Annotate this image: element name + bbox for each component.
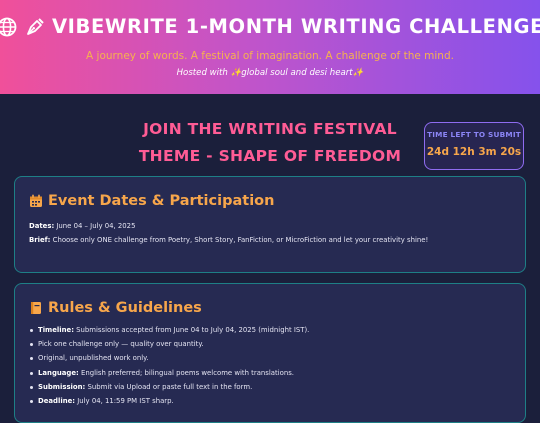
- header-banner: VIBEWRITE 1-MONTH WRITING CHALLENGE A jo…: [0, 0, 540, 94]
- rule-text: English preferred; bilingual poems welco…: [78, 368, 294, 377]
- brief-label: Brief:: [29, 236, 51, 244]
- rule-label: Timeline:: [38, 326, 74, 334]
- event-dates-heading: Event Dates & Participation: [29, 193, 274, 209]
- globe-icon: [0, 16, 18, 38]
- pen-nib-icon: [24, 16, 46, 38]
- rules-heading: Rules & Guidelines: [29, 300, 202, 316]
- rule-text: Submissions accepted from June 04 to Jul…: [73, 326, 310, 334]
- rules-title: Rules & Guidelines: [48, 300, 202, 316]
- calendar-icon: [29, 194, 43, 208]
- rule-item: Language: English preferred; bilingual p…: [29, 369, 309, 383]
- rule-item: Deadline: July 04, 11:59 PM IST sharp.: [29, 397, 309, 411]
- title-row: VIBEWRITE 1-MONTH WRITING CHALLENGE: [0, 15, 540, 38]
- countdown-value: 24d 12h 3m 20s: [426, 146, 522, 158]
- dates-value: June 04 – July 04, 2025: [54, 222, 136, 230]
- rule-text: Pick one challenge only — quality over q…: [38, 340, 204, 349]
- tagline: A journey of words. A festival of imagin…: [86, 50, 454, 62]
- book-icon: [29, 301, 43, 315]
- brief-value: Choose only ONE challenge from Poetry, S…: [50, 236, 429, 244]
- rule-item: Timeline: Submissions accepted from June…: [29, 326, 309, 340]
- countdown-label: TIME LEFT TO SUBMIT: [427, 130, 521, 139]
- brief-line: Brief: Choose only ONE challenge from Po…: [29, 236, 428, 244]
- rules-list: Timeline: Submissions accepted from June…: [29, 326, 309, 411]
- rule-text: July 04, 11:59 PM IST sharp.: [75, 396, 174, 405]
- dates-line: Dates: June 04 – July 04, 2025: [29, 222, 135, 230]
- dates-label: Dates:: [29, 222, 55, 230]
- rule-item: Pick one challenge only — quality over q…: [29, 340, 309, 354]
- rule-label: Deadline:: [38, 396, 76, 405]
- rule-item: Original, unpublished work only.: [29, 354, 309, 368]
- rule-text: Submit via Upload or paste full text in …: [85, 382, 253, 391]
- rule-text: Original, unpublished work only.: [38, 354, 149, 363]
- hosted-note: Hosted with ✨global soul and desi heart✨: [176, 68, 364, 78]
- app-title: VIBEWRITE 1-MONTH WRITING CHALLENGE: [51, 15, 540, 38]
- countdown-box: TIME LEFT TO SUBMIT 24d 12h 3m 20s: [424, 122, 524, 170]
- rule-label: Language:: [38, 368, 79, 377]
- rules-card: Rules & Guidelines Timeline: Submissions…: [14, 283, 526, 423]
- event-dates-title: Event Dates & Participation: [48, 193, 275, 209]
- rule-item: Submission: Submit via Upload or paste f…: [29, 383, 309, 397]
- event-dates-card: Event Dates & Participation Dates: June …: [14, 176, 526, 273]
- rule-label: Submission:: [38, 382, 86, 391]
